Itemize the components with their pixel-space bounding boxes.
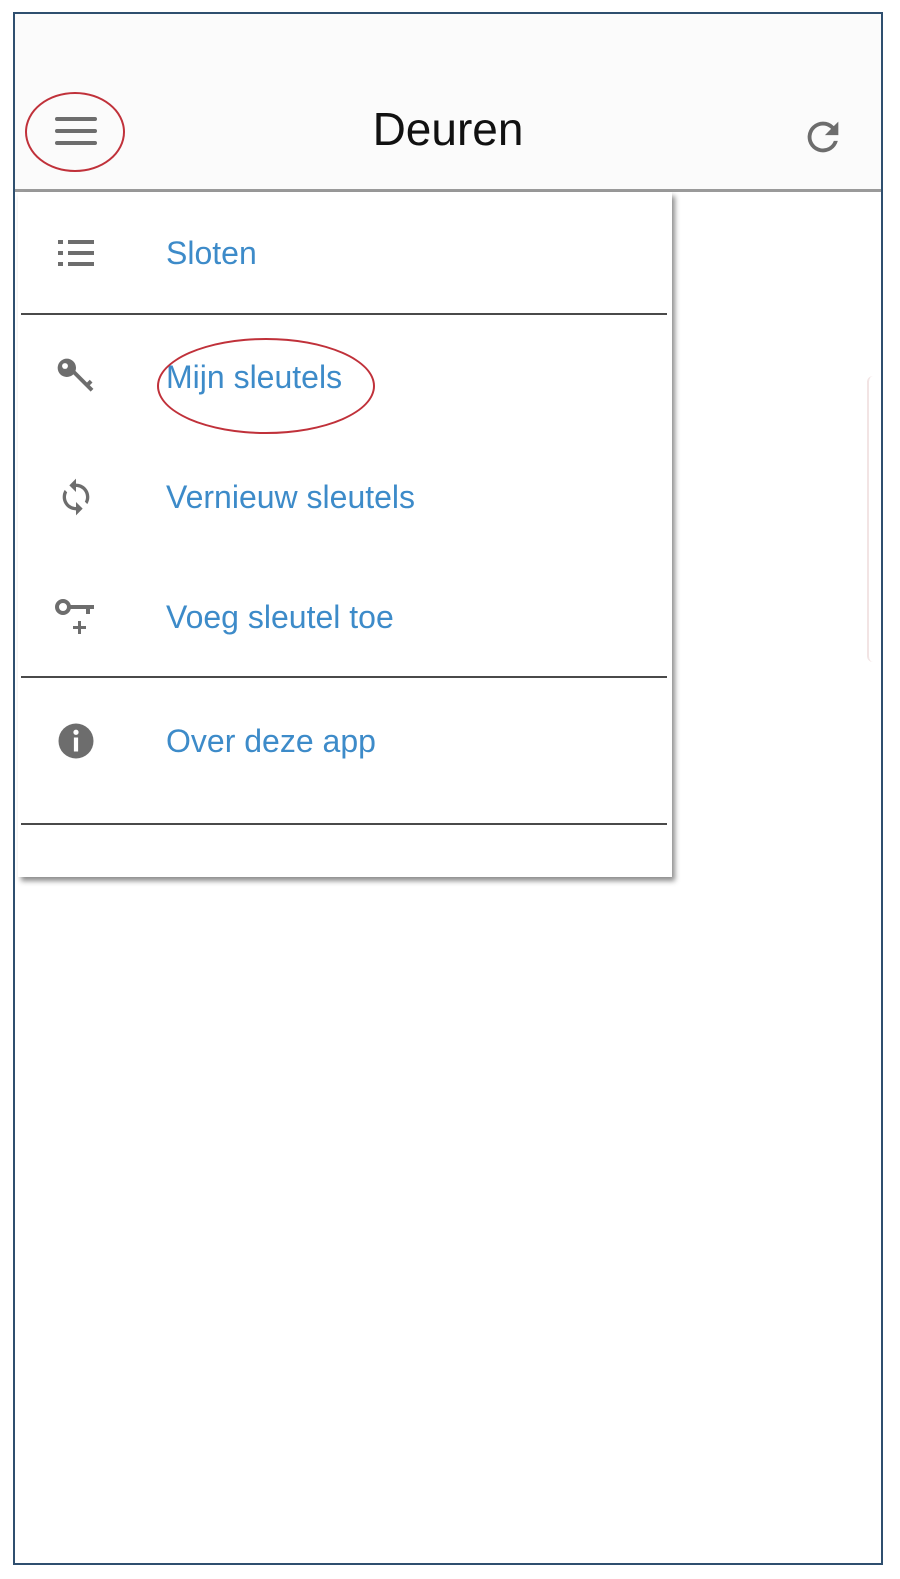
refresh-icon[interactable] — [800, 114, 846, 160]
divider — [21, 313, 667, 315]
drawer-item-label: Sloten — [166, 235, 257, 271]
phone-screen: Deuren Sloten Mijn sleutels Vernieuw sle… — [13, 12, 883, 1565]
drawer-item-label: Voeg sleutel toe — [166, 599, 394, 635]
navigation-drawer: Sloten Mijn sleutels Vernieuw sleutels V… — [18, 192, 672, 877]
drawer-item-over-deze-app[interactable]: Over deze app — [18, 686, 672, 796]
drawer-item-voeg-sleutel-toe[interactable]: Voeg sleutel toe — [18, 562, 672, 672]
page-title: Deuren — [372, 103, 524, 155]
drawer-item-vernieuw-sleutels[interactable]: Vernieuw sleutels — [18, 442, 672, 552]
app-bar: Deuren — [15, 14, 881, 192]
background-card-edge — [867, 376, 877, 662]
drawer-item-label: Over deze app — [166, 723, 376, 759]
key-icon — [54, 355, 98, 399]
divider — [21, 823, 667, 825]
sync-icon — [54, 475, 98, 519]
drawer-item-mijn-sleutels[interactable]: Mijn sleutels — [18, 322, 672, 432]
list-icon — [54, 231, 98, 275]
drawer-item-label: Mijn sleutels — [166, 359, 343, 395]
divider — [21, 676, 667, 678]
drawer-item-sloten[interactable]: Sloten — [18, 198, 672, 308]
add-key-icon — [54, 595, 98, 639]
drawer-item-label: Vernieuw sleutels — [166, 479, 416, 515]
info-icon — [54, 719, 98, 763]
